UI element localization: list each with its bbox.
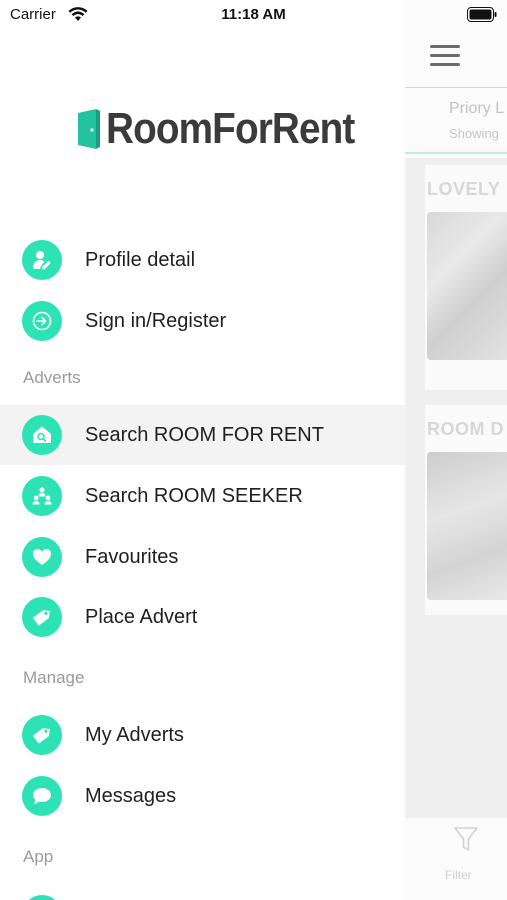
menu-item-app-partial[interactable] xyxy=(0,885,405,900)
listing-card[interactable]: ROOM D xyxy=(425,405,507,615)
house-search-icon xyxy=(22,415,62,455)
menu-item-sign-in-register[interactable]: Sign in/Register xyxy=(0,291,405,351)
main-screen-peek: Priory L Showing LOVELY ROOM D Filter xyxy=(405,0,507,900)
battery-icon xyxy=(467,7,497,22)
listing-photo xyxy=(427,452,507,600)
menu-item-profile-detail[interactable]: Profile detail xyxy=(0,230,405,290)
listing-title: LOVELY xyxy=(427,179,501,199)
user-edit-icon xyxy=(22,240,62,280)
people-icon xyxy=(22,476,62,516)
status-bar: Carrier 11:18 AM xyxy=(0,0,507,32)
menu-item-place-advert[interactable]: Place Advert xyxy=(0,587,405,647)
menu-item-favourites[interactable]: Favourites xyxy=(0,527,405,587)
location-subtitle: Showing xyxy=(449,126,499,141)
filter-icon[interactable] xyxy=(453,826,479,854)
menu-item-messages[interactable]: Messages xyxy=(0,766,405,826)
menu-item-my-adverts[interactable]: My Adverts xyxy=(0,705,405,765)
chat-bubble-icon xyxy=(22,776,62,816)
menu-item-label: Search ROOM SEEKER xyxy=(85,484,303,507)
sign-in-icon xyxy=(22,301,62,341)
app-item-icon xyxy=(22,895,62,900)
menu-item-label: My Adverts xyxy=(85,723,184,746)
door-logo-icon xyxy=(78,109,100,149)
menu-item-search-room-for-rent[interactable]: Search ROOM FOR RENT xyxy=(0,405,405,465)
location-title: Priory L xyxy=(449,100,505,117)
heart-icon xyxy=(22,537,62,577)
hamburger-menu-icon[interactable] xyxy=(430,45,460,67)
header-accent-line xyxy=(405,152,507,154)
menu-item-label: Favourites xyxy=(85,545,179,568)
menu-item-label: Search ROOM FOR RENT xyxy=(85,423,324,446)
section-header-adverts: Adverts xyxy=(23,368,81,387)
menu-item-label: Sign in/Register xyxy=(85,309,227,332)
tag-icon xyxy=(22,597,62,637)
brand-logo: RoomForRent xyxy=(78,103,388,155)
listing-photo xyxy=(427,212,507,360)
filter-label: Filter xyxy=(445,868,472,882)
header-divider xyxy=(405,87,507,88)
status-time: 11:18 AM xyxy=(221,6,286,23)
listing-card[interactable]: LOVELY xyxy=(425,165,507,390)
navigation-drawer: RoomForRent Profile detail Sign in/Regis… xyxy=(0,0,405,900)
menu-item-label: Profile detail xyxy=(85,248,196,271)
brand-name: RoomForRent xyxy=(106,104,355,153)
section-header-manage: Manage xyxy=(23,668,85,687)
listing-title: ROOM D xyxy=(427,419,504,439)
menu-item-label: Place Advert xyxy=(85,605,198,628)
tag-icon xyxy=(22,715,62,755)
section-header-app: App xyxy=(23,847,54,866)
menu-item-search-room-seeker[interactable]: Search ROOM SEEKER xyxy=(0,466,405,526)
menu-item-label: Messages xyxy=(85,784,177,807)
